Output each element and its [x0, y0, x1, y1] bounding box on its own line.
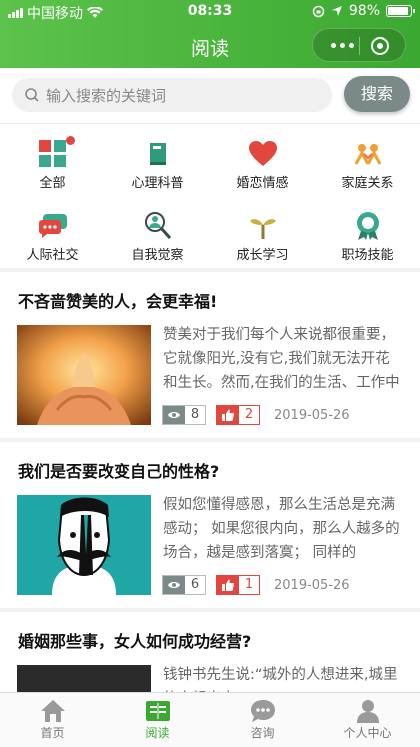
- view-count-badge: 8: [162, 405, 206, 425]
- like-count: 2: [239, 406, 259, 424]
- heart-icon: [247, 138, 279, 170]
- bottom-tab-bar: 首页 阅读 咨询 个人中心: [0, 692, 420, 747]
- like-count-badge[interactable]: 2: [216, 405, 260, 425]
- search-input[interactable]: 输入搜索的关键词: [12, 78, 332, 112]
- article-title[interactable]: 婚姻那些事，女人如何成功经营?: [18, 628, 251, 652]
- close-miniprogram-icon[interactable]: [371, 37, 389, 55]
- location-icon: [331, 6, 342, 16]
- article-excerpt: 赞美对于我们每个人来说都很重要，它就像阳光,没有它,我们就无法开花和生长。然而,…: [163, 327, 400, 391]
- category-label: 婚恋情感: [236, 176, 289, 191]
- category-label: 职场技能: [341, 248, 394, 263]
- category-self-awareness[interactable]: 自我觉察: [105, 196, 210, 268]
- view-count: 6: [185, 576, 205, 594]
- like-count: 1: [239, 576, 259, 594]
- article-title[interactable]: 不吝啬赞美的人，会更幸福!: [18, 288, 217, 312]
- consult-icon: [249, 698, 277, 724]
- search-bar: 输入搜索的关键词 搜索: [0, 68, 420, 124]
- article-title[interactable]: 我们是否要改变自己的性格?: [18, 458, 219, 482]
- chat-bubble-icon: [37, 210, 69, 242]
- battery-icon: [386, 5, 415, 17]
- article-thumbnail[interactable]: [17, 325, 151, 425]
- medal-icon: [352, 210, 384, 242]
- like-count-badge[interactable]: 1: [216, 575, 260, 595]
- view-count: 8: [185, 406, 205, 424]
- category-workplace[interactable]: 职场技能: [315, 196, 420, 268]
- thumbs-up-icon: [217, 406, 239, 424]
- search-icon: [25, 88, 39, 102]
- status-bar: 中国移动 08:33 98%: [0, 0, 420, 24]
- article-excerpt: 假如您懂得感恩，那么生活总是充满感动； 如果您很内向，那么人越多的场合，越是感到…: [163, 497, 400, 561]
- category-social[interactable]: 人际社交: [0, 196, 105, 268]
- user-icon: [354, 698, 382, 724]
- tab-home[interactable]: 首页: [0, 693, 105, 747]
- category-label: 全部: [39, 176, 66, 191]
- category-all[interactable]: 全部: [0, 124, 105, 196]
- category-family[interactable]: 家庭关系: [315, 124, 420, 196]
- grid-icon: [37, 136, 75, 170]
- category-label: 成长学习: [236, 248, 289, 263]
- article-card[interactable]: 我们是否要改变自己的性格? 假如您懂得感恩，那么生活总是充满感动； 如果您很内向…: [0, 442, 420, 608]
- category-label: 家庭关系: [341, 176, 394, 191]
- article-meta: 6 1 2019-05-26: [162, 575, 350, 595]
- tab-label: 首页: [40, 726, 65, 740]
- book-icon: [142, 138, 174, 170]
- tab-label: 咨询: [250, 726, 275, 740]
- category-psych-science[interactable]: 心理科普: [105, 124, 210, 196]
- magnifier-person-icon: [142, 210, 174, 242]
- article-card[interactable]: 婚姻那些事，女人如何成功经营? 钱钟书先生说:“城外的人想进来,城里的人想出去”: [0, 612, 420, 692]
- tab-consult[interactable]: 咨询: [210, 693, 315, 747]
- article-meta: 8 2 2019-05-26: [162, 405, 350, 425]
- article-card[interactable]: 不吝啬赞美的人，会更幸福! 赞美对于我们每个人来说都很重要，它就像阳光,没有它,…: [0, 272, 420, 438]
- eye-icon: [163, 576, 185, 594]
- category-love[interactable]: 婚恋情感: [210, 124, 315, 196]
- home-icon: [39, 698, 67, 724]
- sprout-icon: [247, 210, 279, 242]
- category-grid: 全部 心理科普 婚恋情感 家庭关系 人际社交 自我觉察 成长学习 职场技能: [0, 124, 420, 268]
- top-header: 中国移动 08:33 98% 阅读: [0, 0, 420, 68]
- reading-icon: [144, 698, 172, 724]
- thumbs-up-icon: [217, 576, 239, 594]
- tab-label: 个人中心: [343, 726, 392, 740]
- more-menu-icon[interactable]: [331, 43, 354, 48]
- lock-rotation-icon: [312, 5, 325, 17]
- tab-profile[interactable]: 个人中心: [315, 693, 420, 747]
- article-date: 2019-05-26: [274, 407, 350, 423]
- tab-label: 阅读: [145, 726, 170, 740]
- notification-dot: [65, 136, 75, 145]
- search-placeholder: 输入搜索的关键词: [46, 86, 167, 105]
- article-thumbnail[interactable]: [17, 665, 151, 692]
- category-label: 自我觉察: [131, 248, 184, 263]
- miniprogram-capsule: [312, 28, 406, 62]
- article-date: 2019-05-26: [274, 577, 350, 593]
- article-thumbnail[interactable]: [17, 495, 151, 595]
- category-label: 心理科普: [131, 176, 184, 191]
- view-count-badge: 6: [162, 575, 206, 595]
- search-button[interactable]: 搜索: [344, 76, 410, 112]
- category-growth[interactable]: 成长学习: [210, 196, 315, 268]
- tab-reading[interactable]: 阅读: [105, 693, 210, 747]
- article-excerpt: 钱钟书先生说:“城外的人想进来,城里的人想出去”: [163, 667, 398, 692]
- eye-icon: [163, 406, 185, 424]
- category-label: 人际社交: [26, 248, 79, 263]
- family-icon: [352, 138, 384, 170]
- battery-percent: 98%: [348, 3, 380, 19]
